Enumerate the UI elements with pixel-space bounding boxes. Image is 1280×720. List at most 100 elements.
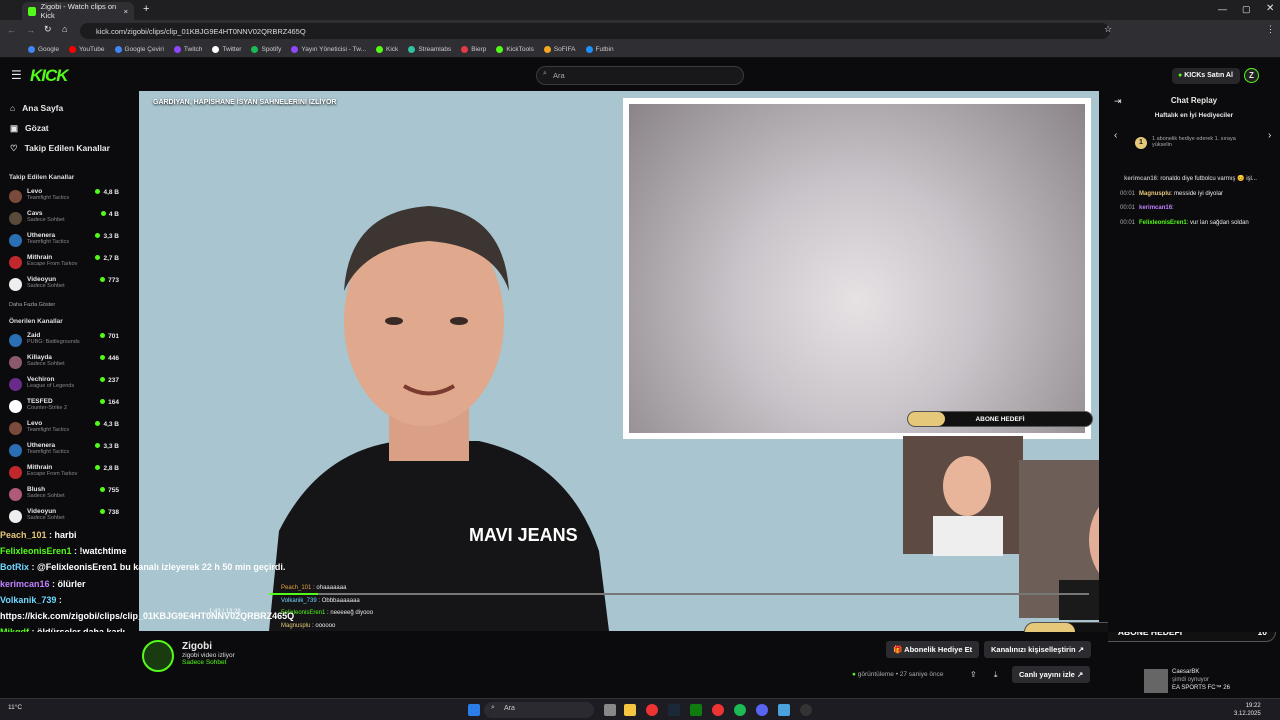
- home-icon[interactable]: ⌂: [62, 24, 67, 34]
- channel-item[interactable]: Cavs Sadece Sohbet 4 B: [0, 208, 138, 230]
- stream-chat-user: FelixleonisEren1: [0, 546, 72, 557]
- customize-channel-button[interactable]: Kanalınızı kişiselleştirin ↗: [984, 641, 1092, 658]
- channel-category: Teamfight Tactics: [27, 239, 70, 245]
- bookmark-6[interactable]: Yayın Yöneticisi - Tw...: [291, 46, 366, 53]
- bookmark-4[interactable]: Twitter: [212, 46, 241, 53]
- channel-avatar: [9, 212, 22, 225]
- back-icon[interactable]: ←: [7, 25, 16, 35]
- channel-name: Videoyun: [27, 508, 57, 515]
- window-close-icon[interactable]: ✕: [1266, 3, 1274, 14]
- chat-header: Chat Replay: [1170, 96, 1218, 105]
- channel-item[interactable]: TESFED Counter-Strike 2 164: [0, 396, 138, 418]
- chevron-right-icon[interactable]: ›: [1268, 130, 1271, 141]
- channel-avatar: [9, 378, 22, 391]
- collapse-chat-icon[interactable]: ⇥: [1114, 96, 1122, 107]
- notification-avatar: [1144, 669, 1168, 693]
- file-explorer-icon[interactable]: [624, 704, 636, 716]
- chat-username[interactable]: kerimcan16: [1139, 205, 1172, 211]
- user-avatar[interactable]: Z: [1244, 68, 1259, 83]
- streamer-name[interactable]: Zigobi: [182, 641, 235, 652]
- windows-start-icon[interactable]: [468, 704, 480, 716]
- new-tab-icon[interactable]: +: [143, 3, 149, 15]
- discord-icon[interactable]: [756, 704, 768, 716]
- chevron-left-icon[interactable]: ‹: [1114, 130, 1117, 141]
- steam-icon[interactable]: [668, 704, 680, 716]
- xbox-icon[interactable]: [690, 704, 702, 716]
- stream-chat-line: Volkanik_739 : https://kick.com/zigobi/c…: [0, 592, 300, 624]
- bookmark-2[interactable]: Google Çeviri: [114, 46, 164, 53]
- sidebar-nav-item[interactable]: ▣ Gözat: [0, 118, 138, 138]
- chat-username[interactable]: FelixleonisEren1: [1139, 220, 1187, 226]
- task-view-icon[interactable]: [604, 704, 616, 716]
- channel-item[interactable]: Levo Teamfight Tactics 4,3 B: [0, 418, 138, 440]
- sidebar-nav-item[interactable]: ⌂ Ana Sayfa: [0, 98, 138, 118]
- channel-item[interactable]: Videoyun Sadece Sohbet 738: [0, 506, 138, 528]
- channel-viewers: 701: [100, 333, 119, 340]
- channel-item[interactable]: Killayda Sadece Sohbet 446: [0, 352, 138, 374]
- channel-item[interactable]: Blush Sadece Sohbet 755: [0, 484, 138, 506]
- chat-username[interactable]: Magnusplu: [1139, 191, 1171, 197]
- chrome-icon[interactable]: [646, 704, 658, 716]
- bookmark-10[interactable]: KickTools: [496, 46, 534, 53]
- watch-live-button[interactable]: Canlı yayını izle ↗: [1012, 666, 1091, 683]
- taskbar-search[interactable]: ⌕ Ara: [484, 702, 594, 718]
- channel-item[interactable]: Uthenera Teamfight Tactics 3,3 B: [0, 440, 138, 462]
- gift-sub-button[interactable]: 🎁 Abonelik Hediye Et: [886, 641, 980, 658]
- chat-message: kerimcan16: ronaldo diye futbolcu varmış…: [1120, 172, 1280, 187]
- bookmark-icon: [543, 46, 551, 53]
- bookmark-icon: [291, 46, 299, 53]
- forward-icon[interactable]: →: [26, 25, 35, 35]
- spotify-icon[interactable]: [734, 704, 746, 716]
- bookmark-star-icon[interactable]: ☆: [1104, 24, 1112, 35]
- download-icon[interactable]: ⤓: [994, 670, 998, 680]
- chat-username[interactable]: kerimcan16: [1124, 176, 1157, 182]
- bookmark-icon: [212, 46, 220, 53]
- bookmark-7[interactable]: Kick: [376, 46, 398, 53]
- sidebar-nav-item[interactable]: ♡ Takip Edilen Kanallar: [0, 138, 138, 158]
- channel-item[interactable]: Mithrain Escape From Tarkov 2,8 B: [0, 462, 138, 484]
- channel-item[interactable]: Zaid PUBG: Battlegrounds 701: [0, 330, 138, 352]
- kick-logo[interactable]: KICK: [30, 66, 69, 86]
- chrome-profile-icon[interactable]: [712, 704, 724, 716]
- channel-item[interactable]: Mithrain Escape From Tarkov 2,7 B: [0, 252, 138, 274]
- bookmark-0[interactable]: Google: [28, 46, 59, 53]
- channel-item[interactable]: Videoyun Sadece Sohbet 773: [0, 274, 138, 296]
- app-icon[interactable]: [778, 704, 790, 716]
- clock-date: 3.12.2025: [1234, 711, 1261, 717]
- hamburger-menu-icon[interactable]: ☰: [11, 68, 22, 82]
- taskbar: 11°C ⌕ Ara 19:22 3.12.2025: [0, 698, 1280, 720]
- maximize-icon[interactable]: ▢: [1242, 4, 1251, 15]
- system-clock[interactable]: 19:22 3.12.2025: [1234, 702, 1261, 718]
- browser-tab[interactable]: Zigobi - Watch clips on Kick ×: [22, 2, 134, 20]
- menu-icon[interactable]: ⋮: [1266, 24, 1275, 35]
- close-icon[interactable]: ×: [124, 7, 128, 16]
- channel-name: Uthenera: [27, 442, 56, 449]
- channel-category: PUBG: Battlegrounds: [27, 339, 80, 345]
- stream-title: zigobi video izliyor: [182, 652, 235, 659]
- weather-widget[interactable]: 11°C: [8, 704, 22, 711]
- streamer-avatar[interactable]: [142, 640, 174, 672]
- video-title: GARDİYAN, HAPİSHANE İSYAN SAHNELERİNİ İZ…: [153, 99, 337, 106]
- stream-category[interactable]: Sadece Sohbet: [182, 659, 235, 666]
- channel-item[interactable]: Uthenera Teamfight Tactics 3,3 B: [0, 230, 138, 252]
- url-field[interactable]: kick.com/zigobi/clips/clip_01KBJG9E4HT0N…: [80, 23, 1110, 39]
- channel-item[interactable]: Levo Teamfight Tactics 4,8 B: [0, 186, 138, 208]
- sub-goal-bar-small: ABONE HEDEFİ: [907, 411, 1093, 427]
- channel-avatar: [9, 400, 22, 413]
- bookmark-1[interactable]: YouTube: [68, 46, 105, 53]
- obs-icon[interactable]: [800, 704, 812, 716]
- bookmark-3[interactable]: Twitch: [173, 46, 202, 53]
- search-input[interactable]: ⌕ Ara: [536, 66, 744, 85]
- bookmark-8[interactable]: Streamlabs: [408, 46, 451, 53]
- share-icon[interactable]: ⇪: [970, 670, 977, 679]
- bookmark-11[interactable]: SoFIFA: [543, 46, 576, 53]
- buy-kicks-button[interactable]: ● KICKs Satın Al: [1172, 68, 1240, 84]
- bookmark-5[interactable]: Spotify: [251, 46, 281, 53]
- progress-bar[interactable]: [269, 593, 1089, 595]
- bookmark-9[interactable]: Bierp: [461, 46, 486, 53]
- show-more-link[interactable]: Daha Fazla Göster: [0, 296, 138, 314]
- minimize-icon[interactable]: —: [1218, 4, 1227, 14]
- reload-icon[interactable]: ↻: [44, 24, 52, 35]
- bookmark-12[interactable]: Futbin: [585, 46, 614, 53]
- channel-item[interactable]: Vechiron League of Legends 237: [0, 374, 138, 396]
